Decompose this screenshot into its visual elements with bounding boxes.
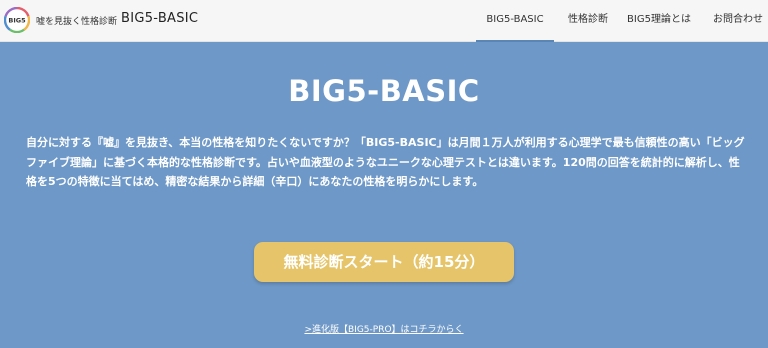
site-tagline: 嘘を見抜く性格診断: [36, 17, 118, 27]
big5-pro-link[interactable]: >進化版【BIG5-PRO】はコチラからく: [0, 322, 768, 335]
nav-big5-theory[interactable]: BIG5理論とは: [624, 0, 694, 42]
logo-text: BIG5: [8, 17, 26, 25]
nav-personality-test[interactable]: 性格診断: [560, 0, 616, 42]
site-brand[interactable]: BIG5-BASIC: [121, 11, 198, 26]
site-header: BIG5 嘘を見抜く性格診断 BIG5-BASIC BIG5-BASIC 性格診…: [0, 0, 768, 42]
hero-title: BIG5-BASIC: [288, 74, 480, 108]
nav-big5-basic[interactable]: BIG5-BASIC: [476, 0, 554, 42]
start-free-test-button[interactable]: 無料診断スタート（約15分）: [254, 242, 514, 282]
hero-description: 自分に対する『嘘』を見抜き、本当の性格を知りたくないですか？「BIG5-BASI…: [26, 136, 745, 188]
nav-contact[interactable]: お問合わせ: [708, 0, 768, 42]
big5-logo-icon[interactable]: BIG5: [4, 7, 30, 33]
